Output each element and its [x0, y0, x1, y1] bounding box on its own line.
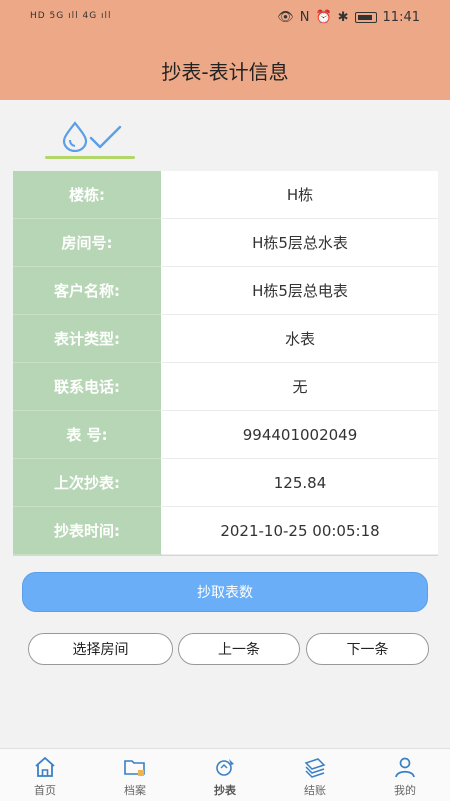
bottom-nav: 首页 档案 抄表 结账 我的 [0, 748, 450, 801]
info-row-room: 房间号: H栋5层总水表 [13, 219, 438, 267]
info-row-customer: 客户名称: H栋5层总电表 [13, 267, 438, 315]
water-check-icon[interactable] [58, 120, 128, 152]
bottom-nav-profile[interactable]: 我的 [360, 749, 450, 801]
select-room-button[interactable]: 选择房间 [28, 633, 173, 665]
signal-indicators: HD 5G ıll 4G ıll [30, 11, 112, 21]
home-icon [35, 757, 55, 777]
info-label: 房间号: [13, 219, 161, 267]
alarm-icon: ⏰ [315, 10, 332, 25]
info-label: 表计类型: [13, 315, 161, 363]
info-label: 表 号: [13, 411, 161, 459]
info-label: 客户名称: [13, 267, 161, 315]
bottom-nav-label: 我的 [394, 784, 416, 797]
info-value: 994401002049 [162, 411, 438, 459]
status-bar: HD 5G ıll 4G ıll 👁 N ⏰ ✱ 11:41 [0, 8, 450, 32]
info-label: 联系电话: [13, 363, 161, 411]
status-icons: 👁 N ⏰ ✱ 11:41 [277, 10, 420, 25]
battery-icon [354, 12, 377, 23]
billing-icon [304, 758, 326, 778]
read-meter-button[interactable]: 抄取表数 [22, 572, 428, 612]
info-row-meter-type: 表计类型: 水表 [13, 315, 438, 363]
nfc-icon: N [299, 10, 310, 25]
info-value: 无 [162, 363, 438, 411]
info-label: 抄表时间: [13, 507, 161, 555]
info-row-meter-number: 表 号: 994401002049 [13, 411, 438, 459]
prev-record-button[interactable]: 上一条 [178, 633, 300, 665]
info-value: H栋5层总水表 [162, 219, 438, 267]
info-value: H栋5层总电表 [162, 267, 438, 315]
header: HD 5G ıll 4G ıll 👁 N ⏰ ✱ 11:41 抄表-表计信息 [0, 0, 450, 100]
user-icon [395, 757, 415, 778]
meter-info-table: 楼栋: H栋 房间号: H栋5层总水表 客户名称: H栋5层总电表 表计类型: … [13, 171, 438, 556]
info-row-building: 楼栋: H栋 [13, 171, 438, 219]
status-time: 11:41 [382, 10, 420, 25]
info-value: 2021-10-25 00:05:18 [162, 507, 438, 555]
tab-underline [45, 156, 135, 159]
bottom-nav-archive[interactable]: 档案 [90, 749, 180, 801]
info-label: 楼栋: [13, 171, 161, 219]
bottom-nav-label: 抄表 [214, 784, 236, 797]
bottom-nav-label: 首页 [34, 784, 56, 797]
folder-icon [124, 760, 145, 776]
bluetooth-icon: ✱ [337, 10, 349, 25]
info-value: 125.84 [162, 459, 438, 507]
bottom-nav-meter-reading[interactable]: 抄表 [180, 749, 270, 801]
info-row-phone: 联系电话: 无 [13, 363, 438, 411]
next-record-button[interactable]: 下一条 [306, 633, 429, 665]
eye-icon: 👁 [277, 10, 294, 25]
meter-reading-icon [216, 759, 234, 776]
bottom-nav-billing[interactable]: 结账 [270, 749, 360, 801]
info-row-last-reading: 上次抄表: 125.84 [13, 459, 438, 507]
info-row-reading-time: 抄表时间: 2021-10-25 00:05:18 [13, 507, 438, 555]
info-label: 上次抄表: [13, 459, 161, 507]
bottom-nav-label: 结账 [304, 784, 326, 797]
bottom-nav-home[interactable]: 首页 [0, 749, 90, 801]
page-title: 抄表-表计信息 [161, 60, 289, 84]
info-value: H栋 [162, 171, 438, 219]
bottom-nav-label: 档案 [124, 784, 146, 797]
info-value: 水表 [162, 315, 438, 363]
